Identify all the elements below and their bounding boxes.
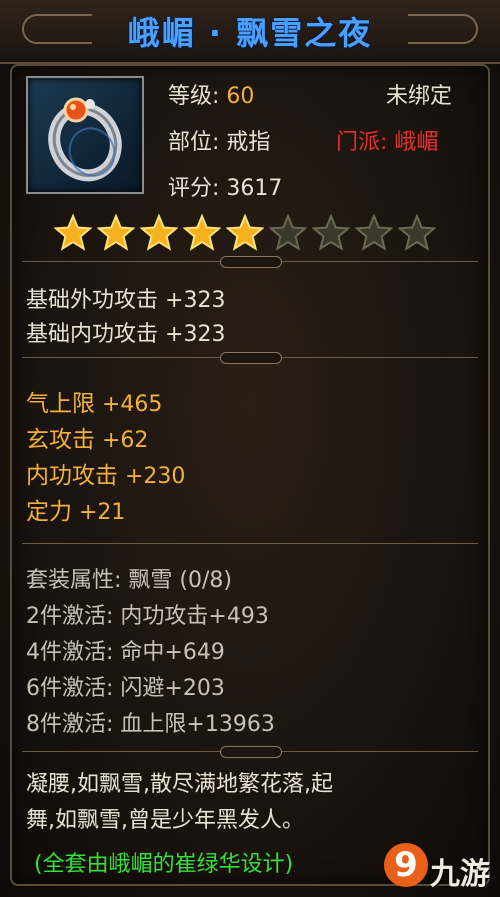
divider <box>22 352 478 364</box>
extra-attr-row: 内功攻击 +230 <box>26 456 185 490</box>
flavor-text-line: 舞,如飘雪,曾是少年黑发人。 <box>26 808 304 833</box>
extra-attr-row: 玄攻击 +62 <box>26 420 148 454</box>
site-watermark: 9 九游 <box>384 843 494 892</box>
star-filled-icon <box>140 214 178 251</box>
star-empty-icon <box>398 214 436 251</box>
attr-name: 定力 <box>26 499 72 525</box>
watermark-text: 九游 <box>430 857 490 892</box>
level-value: 60 <box>226 84 255 109</box>
attr-value: +323 <box>165 288 226 313</box>
divider <box>22 538 478 550</box>
base-attr-row: 基础内功攻击 +323 <box>26 316 225 348</box>
extra-attr-row: 气上限 +465 <box>26 384 162 418</box>
attr-value: +62 <box>102 428 149 453</box>
set-header: 套装属性: 飘雪 (0/8) <box>26 568 232 593</box>
star-filled-icon <box>54 214 92 251</box>
set-bonus-row: 2件激活: 内功攻击+493 <box>26 604 269 629</box>
set-bonus-row: 6件激活: 闪避+203 <box>26 676 225 701</box>
attr-value: +230 <box>125 464 186 489</box>
watermark-logo-icon: 9 <box>384 843 428 887</box>
flavor-text-line: 凝腰,如飘雪,散尽满地繁花落,起 <box>26 772 333 797</box>
school-value: 峨嵋 <box>394 130 439 155</box>
star-empty-icon <box>269 214 307 251</box>
school-label: 门派: <box>336 130 388 155</box>
set-bonus-row: 4件激活: 命中+649 <box>26 640 225 665</box>
score-label: 评分: <box>168 176 220 201</box>
attr-name: 基础外功攻击 <box>26 288 159 313</box>
star-filled-icon <box>183 214 221 251</box>
bind-status: 未绑定 <box>386 84 453 109</box>
extra-attr-row: 定力 +21 <box>26 492 125 526</box>
ring-icon <box>48 97 122 182</box>
attr-value: +21 <box>79 500 126 525</box>
title-bar: 峨嵋 · 飘雪之夜 <box>0 0 500 64</box>
attr-name: 玄攻击 <box>26 427 95 453</box>
attr-name: 气上限 <box>26 391 95 417</box>
item-title: 峨嵋 · 飘雪之夜 <box>127 14 373 52</box>
slot-label: 部位: <box>168 130 220 155</box>
item-tooltip-panel: 峨嵋 · 飘雪之夜 等级: 60 未绑定 部位: 戒指 门派: 峨嵋 评分: 3… <box>0 0 500 897</box>
star-filled-icon <box>226 214 264 251</box>
attr-value: +465 <box>102 392 163 417</box>
score-row: 评分: 3617 <box>168 170 282 202</box>
star-filled-icon <box>97 214 135 251</box>
divider <box>22 256 478 268</box>
attr-name: 内功攻击 <box>26 463 118 489</box>
slot-value: 戒指 <box>226 130 271 155</box>
attr-value: +323 <box>165 322 226 347</box>
set-bonus-row: 8件激活: 血上限+13963 <box>26 712 275 737</box>
star-empty-icon <box>312 214 350 251</box>
school-row: 门派: 峨嵋 <box>336 124 438 156</box>
score-value: 3617 <box>226 176 283 201</box>
star-empty-icon <box>355 214 393 251</box>
base-attr-row: 基础外功攻击 +323 <box>26 282 225 314</box>
item-icon-slot[interactable] <box>26 76 144 194</box>
attr-name: 基础内功攻击 <box>26 322 159 347</box>
level-row: 等级: 60 <box>168 78 254 110</box>
level-label: 等级: <box>168 84 220 109</box>
designer-credit: (全套由峨嵋的崔绿华设计) <box>34 852 294 877</box>
divider <box>22 746 478 758</box>
slot-row: 部位: 戒指 <box>168 124 270 156</box>
